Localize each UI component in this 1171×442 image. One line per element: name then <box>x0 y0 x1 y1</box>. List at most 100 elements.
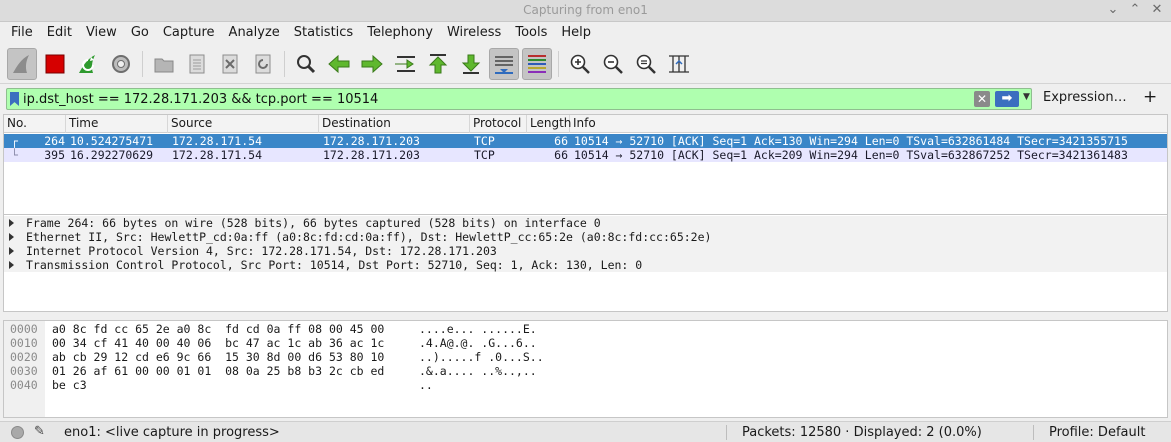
jump-to-icon <box>395 55 415 72</box>
expression-button[interactable]: Expression… <box>1043 90 1127 105</box>
zoom-in-icon <box>570 54 590 74</box>
add-filter-button[interactable]: + <box>1143 87 1157 107</box>
column-header-no[interactable]: No. <box>4 115 66 133</box>
menu-edit[interactable]: Edit <box>40 22 79 44</box>
window-titlebar: Capturing from eno1 ⌄ ⌃ ✕ <box>0 0 1171 22</box>
capture-options-button[interactable] <box>106 48 136 80</box>
tree-item-ethernet[interactable]: Ethernet II, Src: HewlettP_cd:0a:ff (a0:… <box>4 230 1167 244</box>
find-packet-button[interactable] <box>291 48 321 80</box>
expand-arrow-icon[interactable] <box>9 247 14 255</box>
menu-help[interactable]: Help <box>554 22 598 44</box>
cell-source: 172.28.171.54 <box>172 134 263 148</box>
toolbar-separator <box>142 50 143 77</box>
menu-file[interactable]: File <box>4 22 40 44</box>
packet-details-pane[interactable]: Frame 264: 66 bytes on wire (528 bits), … <box>3 214 1168 312</box>
column-header-info[interactable]: Info <box>570 115 1167 133</box>
menu-capture[interactable]: Capture <box>156 22 222 44</box>
close-button[interactable]: ✕ <box>1149 2 1165 18</box>
tree-item-ipv4[interactable]: Internet Protocol Version 4, Src: 172.28… <box>4 244 1167 258</box>
resize-columns-button[interactable] <box>664 48 694 80</box>
byte-offset: 0000 <box>10 322 38 336</box>
byte-hex[interactable]: be c3 <box>52 378 87 392</box>
open-file-button[interactable] <box>149 48 179 80</box>
packet-bytes-pane[interactable]: 0000 a0 8c fd cc 65 2e a0 8c fd cd 0a ff… <box>3 320 1168 418</box>
go-back-button[interactable] <box>324 48 354 80</box>
first-packet-button[interactable] <box>423 48 453 80</box>
reload-file-button[interactable] <box>248 48 278 80</box>
menu-go[interactable]: Go <box>124 22 156 44</box>
edit-comment-icon[interactable]: ✎ <box>34 424 45 439</box>
menu-analyze[interactable]: Analyze <box>222 22 287 44</box>
cell-no: 264 <box>44 134 65 148</box>
arrow-right-icon <box>361 54 383 73</box>
profile-selector[interactable]: Profile: Default <box>1049 425 1145 440</box>
normal-size-button[interactable] <box>631 48 661 80</box>
arrow-left-icon <box>328 54 350 73</box>
cell-length: 66 <box>554 148 568 162</box>
expand-arrow-icon[interactable] <box>9 261 14 269</box>
clear-filter-icon[interactable]: ✕ <box>974 91 990 107</box>
column-header-protocol[interactable]: Protocol <box>470 115 527 133</box>
byte-offset: 0030 <box>10 364 38 378</box>
restart-capture-button[interactable] <box>73 48 103 80</box>
minimize-button[interactable]: ⌄ <box>1105 2 1121 18</box>
tree-item-tcp[interactable]: Transmission Control Protocol, Src Port:… <box>4 258 1167 272</box>
menu-tools[interactable]: Tools <box>508 22 554 44</box>
apply-filter-icon[interactable]: ➡ <box>995 91 1019 107</box>
byte-ascii[interactable]: ..).....f .0...S.. <box>419 350 544 364</box>
go-forward-button[interactable] <box>357 48 387 80</box>
byte-hex[interactable]: a0 8c fd cc 65 2e a0 8c fd cd 0a ff 08 0… <box>52 322 384 336</box>
menu-statistics[interactable]: Statistics <box>287 22 360 44</box>
byte-hex[interactable]: 00 34 cf 41 40 00 40 06 bc 47 ac 1c ab 3… <box>52 336 384 350</box>
column-header-source[interactable]: Source <box>168 115 319 133</box>
auto-scroll-button[interactable] <box>489 47 519 80</box>
go-to-packet-button[interactable] <box>390 48 420 80</box>
menu-telephony[interactable]: Telephony <box>360 22 440 44</box>
arrow-up-icon <box>428 53 448 73</box>
expert-info-indicator-icon[interactable] <box>11 426 24 439</box>
restart-icon <box>79 54 95 73</box>
close-file-button[interactable] <box>215 48 245 80</box>
start-capture-button[interactable] <box>7 47 37 80</box>
tree-item-label: Internet Protocol Version 4, Src: 172.28… <box>26 244 497 258</box>
maximize-button[interactable]: ⌃ <box>1127 2 1143 18</box>
colorize-button[interactable] <box>522 47 552 80</box>
table-row[interactable]: └ 395 16.292270629 172.28.171.54 172.28.… <box>4 148 1167 162</box>
byte-ascii[interactable]: .. <box>419 378 433 392</box>
arrow-down-icon <box>461 54 481 74</box>
stop-capture-button[interactable] <box>40 48 70 80</box>
menu-view[interactable]: View <box>79 22 124 44</box>
last-packet-button[interactable] <box>456 48 486 80</box>
column-header-length[interactable]: Length <box>527 115 571 133</box>
resize-columns-icon <box>669 54 689 73</box>
bookmark-icon[interactable] <box>10 92 19 106</box>
byte-hex[interactable]: ab cb 29 12 cd e6 9c 66 15 30 8d 00 d6 5… <box>52 350 384 364</box>
byte-ascii[interactable]: ....e... ......E. <box>419 322 537 336</box>
save-file-button[interactable] <box>182 48 212 80</box>
display-filter-field[interactable]: ✕ ➡ ▼ <box>6 88 1032 110</box>
expand-arrow-icon[interactable] <box>9 233 14 241</box>
colorize-icon <box>528 54 546 73</box>
chevron-down-icon[interactable]: ▼ <box>1023 92 1030 102</box>
zoom-out-button[interactable] <box>598 48 628 80</box>
status-divider <box>1033 425 1034 440</box>
cell-source: 172.28.171.54 <box>172 148 263 162</box>
shark-fin-icon <box>13 54 29 73</box>
close-file-icon <box>222 54 238 73</box>
cell-destination: 172.28.171.203 <box>323 148 420 162</box>
display-filter-input[interactable] <box>23 90 973 108</box>
column-header-time[interactable]: Time <box>66 115 168 133</box>
zoom-in-button[interactable] <box>565 48 595 80</box>
status-bar: ✎ eno1: <live capture in progress> Packe… <box>0 421 1171 442</box>
tree-item-frame[interactable]: Frame 264: 66 bytes on wire (528 bits), … <box>4 216 1167 230</box>
packets-count-text: Packets: 12580 · Displayed: 2 (0.0%) <box>742 425 982 440</box>
autoscroll-icon <box>495 55 513 74</box>
menu-wireless[interactable]: Wireless <box>440 22 508 44</box>
table-row[interactable]: ┌ 264 10.524275471 172.28.171.54 172.28.… <box>4 134 1167 148</box>
byte-ascii[interactable]: .&.a.... ..%..,.. <box>419 364 537 378</box>
zoom-reset-icon <box>636 54 656 74</box>
byte-ascii[interactable]: .4.A@.@. .G...6.. <box>419 336 537 350</box>
byte-hex[interactable]: 01 26 af 61 00 00 01 01 08 0a 25 b8 b3 2… <box>52 364 384 378</box>
expand-arrow-icon[interactable] <box>9 219 14 227</box>
column-header-destination[interactable]: Destination <box>319 115 470 133</box>
